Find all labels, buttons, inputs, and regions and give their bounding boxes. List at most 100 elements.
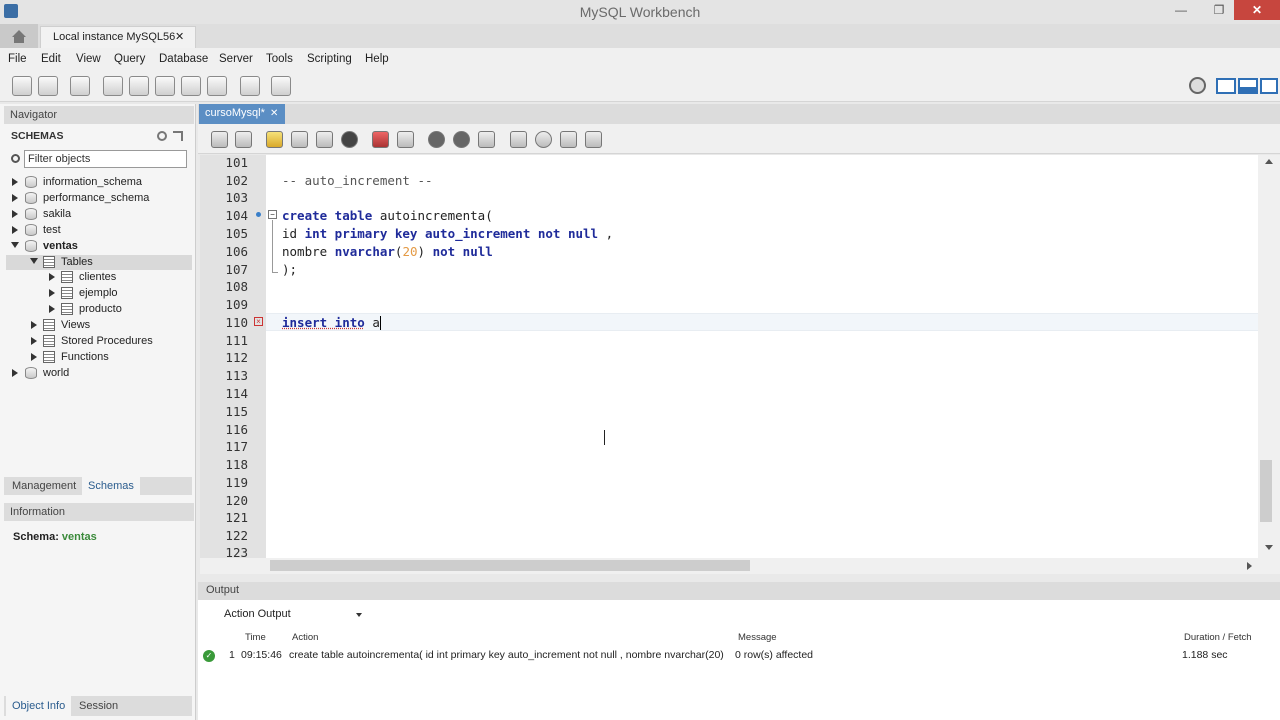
connection-tab-close-icon[interactable]: ✕ [175,30,184,43]
find-icon[interactable] [535,131,552,148]
schema-ventas[interactable]: ventas [43,240,78,256]
menu-edit[interactable]: Edit [41,53,61,65]
connection-tab[interactable]: Local instance MySQL56 ✕ [40,26,196,48]
menu-help[interactable]: Help [365,53,389,65]
collapse-arrow-icon[interactable] [11,242,19,248]
scroll-down-icon[interactable] [1265,545,1273,550]
line-number: 120 [225,493,248,508]
expand-arrow-icon[interactable] [31,353,37,361]
schema-test[interactable]: test [43,224,61,240]
expand-arrow-icon[interactable] [49,289,55,297]
tab-session[interactable]: Session [79,700,118,712]
invisible-chars-icon[interactable] [560,131,577,148]
column-header-action[interactable]: Action [292,632,318,643]
horizontal-scroll-thumb[interactable] [270,560,750,571]
expand-arrow-icon[interactable] [49,305,55,313]
stop-icon[interactable] [341,131,358,148]
create-view-icon[interactable] [155,76,175,96]
scroll-right-icon[interactable] [1247,562,1252,570]
menu-tools[interactable]: Tools [266,53,293,65]
toggle-error-icon[interactable] [372,131,389,148]
editor-horizontal-scrollbar[interactable] [200,558,1280,574]
table-producto[interactable]: producto [79,303,122,319]
expand-arrow-icon[interactable] [31,321,37,329]
menu-scripting[interactable]: Scripting [307,53,352,65]
create-table-icon[interactable] [129,76,149,96]
expand-arrow-icon[interactable] [12,194,18,202]
column-header-time[interactable]: Time [245,632,266,643]
schema-information-schema[interactable]: information_schema [43,176,142,192]
line-number: 109 [225,297,248,312]
create-procedure-icon[interactable] [181,76,201,96]
tree-tables[interactable]: Tables [61,256,93,272]
open-file-icon[interactable] [211,131,228,148]
editor-tab[interactable]: cursoMysql* ✕ [199,104,285,124]
expand-schemas-icon[interactable] [173,131,183,141]
column-header-message[interactable]: Message [738,632,777,643]
expand-arrow-icon[interactable] [12,226,18,234]
schema-performance-schema[interactable]: performance_schema [43,192,149,208]
minimize-button[interactable]: — [1166,0,1196,20]
home-tab[interactable] [0,24,38,48]
information-header: Information [4,503,194,521]
explain-icon[interactable] [316,131,333,148]
autocommit-icon[interactable] [478,131,495,148]
expand-arrow-icon[interactable] [31,337,37,345]
tree-functions[interactable]: Functions [61,351,109,367]
menu-database[interactable]: Database [159,53,208,65]
collapse-arrow-icon[interactable] [30,258,38,264]
open-sql-script-icon[interactable] [38,76,58,96]
table-ejemplo[interactable]: ejemplo [79,287,118,303]
toggle-secondary-sidebar-icon[interactable] [1260,78,1278,94]
column-header-duration[interactable]: Duration / Fetch [1184,632,1252,643]
filter-objects-input[interactable]: Filter objects [24,150,187,168]
expand-arrow-icon[interactable] [12,369,18,377]
tree-views[interactable]: Views [61,319,90,335]
expand-arrow-icon[interactable] [12,178,18,186]
menu-query[interactable]: Query [114,53,145,65]
tab-object-info[interactable]: Object Info [6,696,72,716]
menu-server[interactable]: Server [219,53,253,65]
inspector-icon[interactable] [70,76,90,96]
execute-current-icon[interactable] [291,131,308,148]
tree-stored-procedures[interactable]: Stored Procedures [61,335,153,351]
rollback-icon[interactable] [453,131,470,148]
settings-icon[interactable] [1189,77,1206,94]
toggle-output-icon[interactable] [1238,78,1258,94]
vertical-scroll-thumb[interactable] [1260,460,1272,522]
output-type-select[interactable]: Action Output [224,608,364,624]
create-function-icon[interactable] [207,76,227,96]
row-index: 1 [229,649,235,661]
table-clientes[interactable]: clientes [79,271,116,287]
editor-tab-close-icon[interactable]: ✕ [270,108,278,119]
code-line-110: insert into a [282,315,380,330]
execute-icon[interactable] [266,131,283,148]
toggle-output-icon[interactable] [397,131,414,148]
save-icon[interactable] [235,131,252,148]
create-schema-icon[interactable] [103,76,123,96]
expand-arrow-icon[interactable] [12,210,18,218]
schema-world[interactable]: world [43,367,69,383]
editor-vertical-scrollbar[interactable] [1258,155,1280,558]
word-wrap-icon[interactable] [585,131,602,148]
refresh-schemas-icon[interactable] [157,131,167,141]
schema-sakila[interactable]: sakila [43,208,71,224]
line-number: 105 [225,226,248,241]
menu-view[interactable]: View [76,53,101,65]
beautify-icon[interactable] [510,131,527,148]
menu-file[interactable]: File [8,53,27,65]
tab-management[interactable]: Management [12,480,76,492]
scroll-up-icon[interactable] [1265,159,1273,164]
tab-schemas[interactable]: Schemas [82,477,140,495]
close-window-button[interactable]: ✕ [1234,0,1280,20]
new-sql-tab-icon[interactable] [12,76,32,96]
toggle-sidebar-icon[interactable] [1216,78,1236,94]
fold-toggle-icon[interactable]: − [268,210,277,219]
maximize-button[interactable]: ❐ [1204,0,1234,20]
search-table-data-icon[interactable] [240,76,260,96]
code-text: id [282,226,305,241]
reconnect-icon[interactable] [271,76,291,96]
commit-icon[interactable] [428,131,445,148]
main-toolbar [0,70,1280,102]
expand-arrow-icon[interactable] [49,273,55,281]
